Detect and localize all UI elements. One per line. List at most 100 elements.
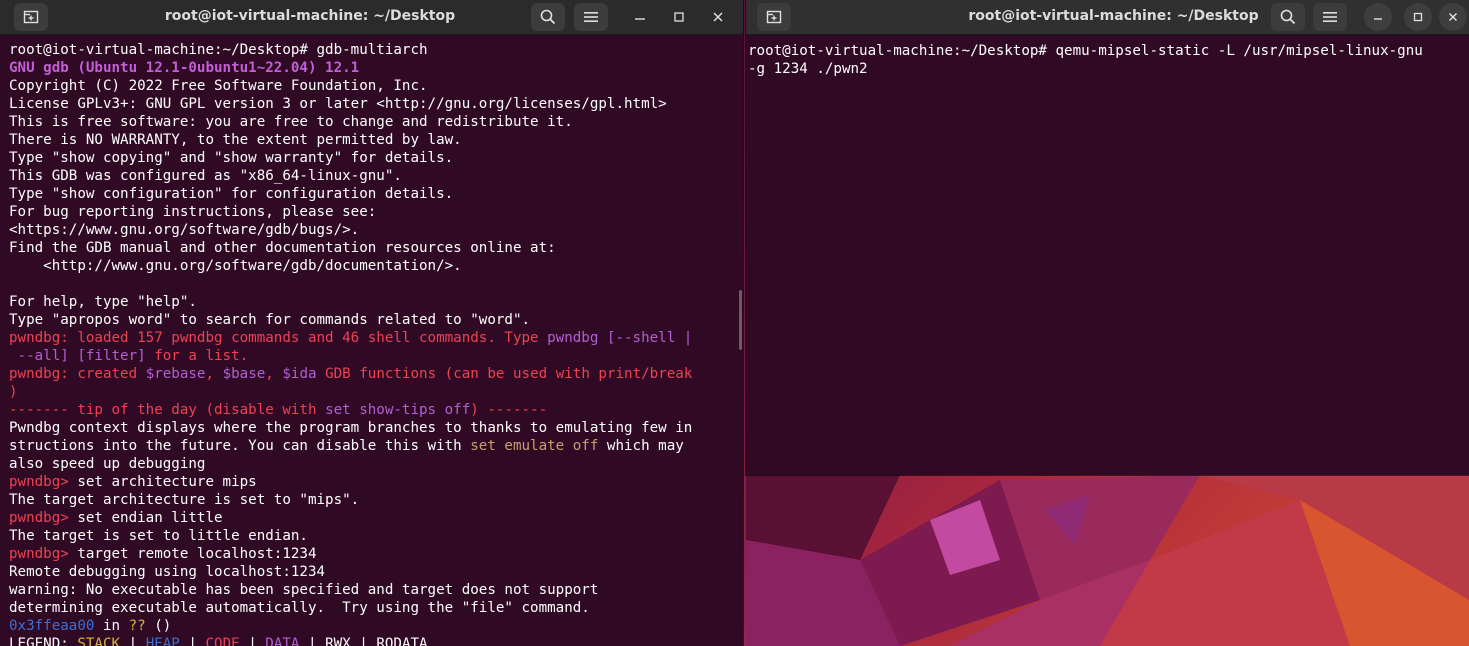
terminal-text: Copyright (C) 2022 Free Software Foundat… — [9, 78, 428, 94]
window-title: root@iot-virtual-machine: ~/Desktop — [968, 8, 1259, 24]
minimize-icon — [1374, 18, 1382, 20]
terminal-line: <https://www.gnu.org/software/gdb/bugs/>… — [9, 221, 735, 239]
terminal-text: set architecture mips — [77, 474, 257, 490]
terminal-line: ) — [9, 383, 735, 401]
terminal-text: This GDB was configured as "x86_64-linux… — [9, 168, 402, 184]
terminal-text: pwndbg> — [9, 474, 78, 490]
terminal-text: ?? — [128, 618, 146, 634]
terminal-text: CODE — [205, 636, 240, 646]
terminal-text: in — [94, 618, 129, 634]
terminal-line: pwndbg: created $rebase, $base, $ida GDB… — [9, 365, 735, 383]
terminal-text: $rebase — [145, 366, 206, 382]
menu-button[interactable] — [574, 3, 608, 31]
terminal-text: pwndbg: — [9, 366, 78, 382]
title-bar[interactable]: root@iot-virtual-machine: ~/Desktop — [0, 0, 743, 35]
terminal-line: 0x3ffeaa00 in ?? () — [9, 617, 735, 635]
terminal-text: warning: No executable has been specifie… — [9, 582, 599, 598]
terminal-line: There is NO WARRANTY, to the extent perm… — [9, 131, 735, 149]
close-button[interactable] — [704, 3, 732, 31]
minimize-icon — [635, 18, 645, 20]
terminal-text: (disable with — [205, 402, 326, 418]
terminal-text: root@iot-virtual-machine:~/Desktop# gdb-… — [9, 42, 428, 58]
terminal-text: --all] [filter] — [9, 348, 146, 364]
scrollbar[interactable] — [739, 290, 742, 350]
terminal-text: set show-tips off — [325, 402, 471, 418]
terminal-line: LEGEND: STACK | HEAP | CODE | DATA | RWX… — [9, 635, 735, 646]
terminal-text: | — [179, 636, 206, 646]
terminal-text: determining executable automatically. Tr… — [9, 600, 590, 616]
terminal-text: also speed up debugging — [9, 456, 206, 472]
terminal-line: root@iot-virtual-machine:~/Desktop# gdb-… — [9, 41, 735, 59]
terminal-text: for a list. — [145, 348, 249, 364]
menu-button[interactable] — [1313, 3, 1347, 31]
terminal-text: 0x3ffeaa00 — [9, 618, 95, 634]
gdb-terminal-window[interactable]: root@iot-virtual-machine: ~/Desktop root… — [0, 0, 743, 646]
maximize-icon — [1413, 12, 1423, 22]
terminal-output[interactable]: root@iot-virtual-machine:~/Desktop# qemu… — [748, 42, 1461, 475]
close-button[interactable] — [1439, 3, 1467, 31]
search-button[interactable] — [1271, 3, 1305, 31]
close-icon — [713, 12, 723, 22]
terminal-text: LEGEND: — [9, 636, 78, 646]
terminal-text: For bug reporting instructions, please s… — [9, 204, 377, 220]
terminal-text: | — [239, 636, 266, 646]
terminal-line: Remote debugging using localhost:1234 — [9, 563, 735, 581]
terminal-text: pwndbg [--shell | — [547, 330, 693, 346]
terminal-line: pwndbg> set endian little — [9, 509, 735, 527]
terminal-line: pwndbg> set architecture mips — [9, 473, 735, 491]
terminal-line: This is free software: you are free to c… — [9, 113, 735, 131]
maximize-button[interactable] — [665, 3, 693, 31]
terminal-line: The target architecture is set to "mips"… — [9, 491, 735, 509]
title-bar[interactable]: root@iot-virtual-machine: ~/Desktop — [746, 0, 1469, 35]
terminal-text: , — [205, 366, 223, 382]
terminal-text: | — [120, 636, 146, 646]
terminal-line: Copyright (C) 2022 Free Software Foundat… — [9, 77, 735, 95]
window-title: root@iot-virtual-machine: ~/Desktop — [164, 8, 456, 24]
terminal-line: Find the GDB manual and other documentat… — [9, 239, 735, 257]
search-button[interactable] — [531, 3, 565, 31]
terminal-text: DATA — [265, 636, 300, 646]
terminal-text: , — [265, 366, 283, 382]
terminal-text: <http://www.gnu.org/software/gdb/documen… — [9, 258, 462, 274]
terminal-text: GDB functions (can be used with print/br… — [316, 366, 693, 382]
terminal-line: pwndbg: loaded 157 pwndbg commands and 4… — [9, 329, 735, 347]
terminal-text: This is free software: you are free to c… — [9, 114, 573, 130]
terminal-text: which may — [598, 438, 684, 454]
terminal-text: created — [77, 366, 146, 382]
maximize-button[interactable] — [1404, 3, 1432, 31]
terminal-text: ) — [9, 384, 18, 400]
close-icon — [1449, 13, 1457, 21]
maximize-icon — [674, 12, 684, 22]
terminal-line: -g 1234 ./pwn2 — [748, 60, 1461, 78]
terminal-line: warning: No executable has been specifie… — [9, 581, 735, 599]
terminal-line: For help, type "help". — [9, 293, 735, 311]
terminal-text: () — [145, 618, 172, 634]
terminal-line: The target is set to little endian. — [9, 527, 735, 545]
terminal-line: Type "show copying" and "show warranty" … — [9, 149, 735, 167]
terminal-text: | RWX | RODATA — [299, 636, 428, 646]
terminal-output[interactable]: root@iot-virtual-machine:~/Desktop# gdb-… — [9, 41, 735, 646]
terminal-text: <https://www.gnu.org/software/gdb/bugs/>… — [9, 222, 360, 238]
minimize-button[interactable] — [1364, 3, 1392, 31]
terminal-line: Pwndbg context displays where the progra… — [9, 419, 735, 437]
terminal-line: For bug reporting instructions, please s… — [9, 203, 735, 221]
terminal-text: STACK — [77, 636, 121, 646]
terminal-line: Type "show configuration" for configurat… — [9, 185, 735, 203]
new-tab-icon — [766, 10, 782, 24]
terminal-text: ------- tip of the day — [9, 402, 206, 418]
terminal-text: Type "show copying" and "show warranty" … — [9, 150, 454, 166]
terminal-text: set endian little — [77, 510, 223, 526]
terminal-text: -g 1234 ./pwn2 — [748, 61, 868, 77]
terminal-line: root@iot-virtual-machine:~/Desktop# qemu… — [748, 42, 1461, 60]
terminal-line: ------- tip of the day (disable with set… — [9, 401, 735, 419]
terminal-line: Type "apropos word" to search for comman… — [9, 311, 735, 329]
terminal-text: loaded 157 pwndbg commands and 46 shell … — [77, 330, 548, 346]
minimize-button[interactable] — [626, 3, 654, 31]
terminal-text: $base — [222, 366, 266, 382]
qemu-terminal-window[interactable]: root@iot-virtual-machine: ~/Desktop root… — [746, 0, 1469, 475]
terminal-text: License GPLv3+: GNU GPL version 3 or lat… — [9, 96, 667, 112]
terminal-line: GNU gdb (Ubuntu 12.1-0ubuntu1~22.04) 12.… — [9, 59, 735, 77]
terminal-text: GNU gdb (Ubuntu 12.1-0ubuntu1~22.04) 12.… — [9, 60, 360, 76]
new-tab-button[interactable] — [757, 3, 791, 31]
